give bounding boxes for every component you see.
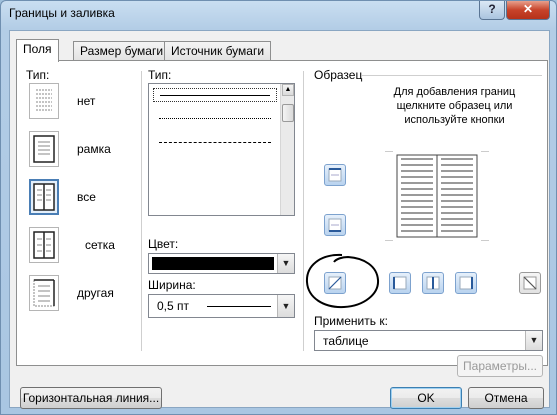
left-border-button[interactable] bbox=[389, 272, 411, 294]
style-header: Тип: bbox=[148, 68, 172, 82]
setting-custom-label: другая bbox=[77, 286, 114, 300]
color-combo[interactable]: ▼ bbox=[148, 253, 295, 274]
border-left-icon bbox=[393, 276, 407, 290]
top-border-button[interactable] bbox=[324, 164, 346, 186]
border-inside-vertical-icon bbox=[426, 276, 440, 290]
line-style-dash-dot[interactable] bbox=[153, 184, 277, 198]
apply-to-value: таблице bbox=[323, 334, 369, 348]
setting-grid-option[interactable] bbox=[29, 227, 59, 263]
close-button[interactable]: ✕ bbox=[506, 1, 550, 20]
inside-vertical-border-button[interactable] bbox=[422, 272, 444, 294]
chevron-down-icon[interactable]: ▼ bbox=[525, 331, 542, 350]
annotation-circle bbox=[305, 253, 380, 309]
setting-box-option[interactable] bbox=[29, 131, 59, 167]
setting-custom-option[interactable] bbox=[29, 275, 59, 311]
dialog-window: Границы и заливка ? ✕ Поля Размер бумаги… bbox=[0, 0, 557, 415]
bottom-border-button[interactable] bbox=[324, 214, 346, 236]
border-top-icon bbox=[328, 168, 342, 182]
preview-header-rule bbox=[362, 75, 542, 76]
width-line-sample bbox=[207, 306, 271, 307]
setting-box-label: рамка bbox=[77, 142, 111, 156]
chevron-down-icon[interactable]: ▼ bbox=[277, 254, 294, 273]
color-label: Цвет: bbox=[148, 237, 179, 251]
tab-paper-size[interactable]: Размер бумаги bbox=[73, 41, 171, 61]
setting-grid-label: сетка bbox=[85, 238, 115, 252]
apply-to-combo[interactable]: таблице ▼ bbox=[314, 330, 543, 351]
column-separator bbox=[141, 71, 142, 351]
preview-area[interactable] bbox=[385, 147, 489, 242]
preview-table-image bbox=[385, 147, 489, 242]
line-style-dashed-small[interactable] bbox=[153, 136, 277, 150]
border-right-icon bbox=[459, 276, 473, 290]
scroll-up-icon[interactable]: ▲ bbox=[282, 84, 294, 96]
line-style-dashed[interactable] bbox=[153, 160, 277, 174]
tab-paper-source[interactable]: Источник бумаги bbox=[164, 41, 272, 61]
width-value: 0,5 пт bbox=[157, 299, 190, 313]
border-all-icon bbox=[33, 183, 55, 211]
border-custom-icon bbox=[33, 279, 55, 307]
border-grid-icon bbox=[33, 231, 55, 259]
apply-to-label: Применить к: bbox=[314, 314, 388, 328]
setting-all-label: все bbox=[77, 190, 96, 204]
color-swatch bbox=[152, 257, 274, 270]
border-bottom-icon bbox=[328, 218, 342, 232]
setting-none-label: нет bbox=[77, 94, 96, 108]
width-label: Ширина: bbox=[148, 278, 196, 292]
diagonal-up-border-button[interactable] bbox=[519, 272, 541, 294]
dialog-client: Поля Размер бумаги Источник бумаги Тип: … bbox=[9, 30, 550, 409]
line-style-dotted[interactable] bbox=[153, 112, 277, 126]
preview-hint: Для добавления границ щелкните образец и… bbox=[393, 86, 516, 126]
line-style-dash-dot-dot[interactable] bbox=[153, 206, 277, 215]
cancel-button[interactable]: Отмена bbox=[468, 387, 544, 409]
width-combo[interactable]: 0,5 пт ▼ bbox=[148, 294, 295, 318]
options-button[interactable]: Параметры... bbox=[457, 355, 543, 377]
dialog-title: Границы и заливка bbox=[9, 6, 115, 20]
border-box-icon bbox=[33, 135, 55, 163]
preview-header: Образец bbox=[314, 68, 363, 82]
line-style-solid[interactable] bbox=[153, 88, 277, 102]
border-diagonal-up-icon bbox=[523, 276, 537, 290]
setting-header: Тип: bbox=[26, 68, 50, 82]
border-none-icon bbox=[36, 89, 52, 111]
right-border-button[interactable] bbox=[455, 272, 477, 294]
ok-button[interactable]: OK bbox=[390, 387, 462, 409]
tab-panel: Тип: нет рамка все сетка другая Тип: ▲ Ц… bbox=[16, 60, 548, 377]
line-style-scrollbar[interactable]: ▲ bbox=[280, 84, 294, 215]
horizontal-line-button[interactable]: Горизонтальная линия... bbox=[20, 387, 162, 409]
chevron-down-icon[interactable]: ▼ bbox=[277, 295, 294, 317]
scroll-thumb[interactable] bbox=[282, 104, 294, 122]
help-button[interactable]: ? bbox=[479, 1, 505, 20]
setting-all-option[interactable] bbox=[29, 179, 59, 215]
line-style-list[interactable]: ▲ bbox=[148, 83, 295, 216]
setting-none-option[interactable] bbox=[29, 83, 59, 119]
tab-page-border[interactable]: Поля bbox=[16, 39, 59, 62]
